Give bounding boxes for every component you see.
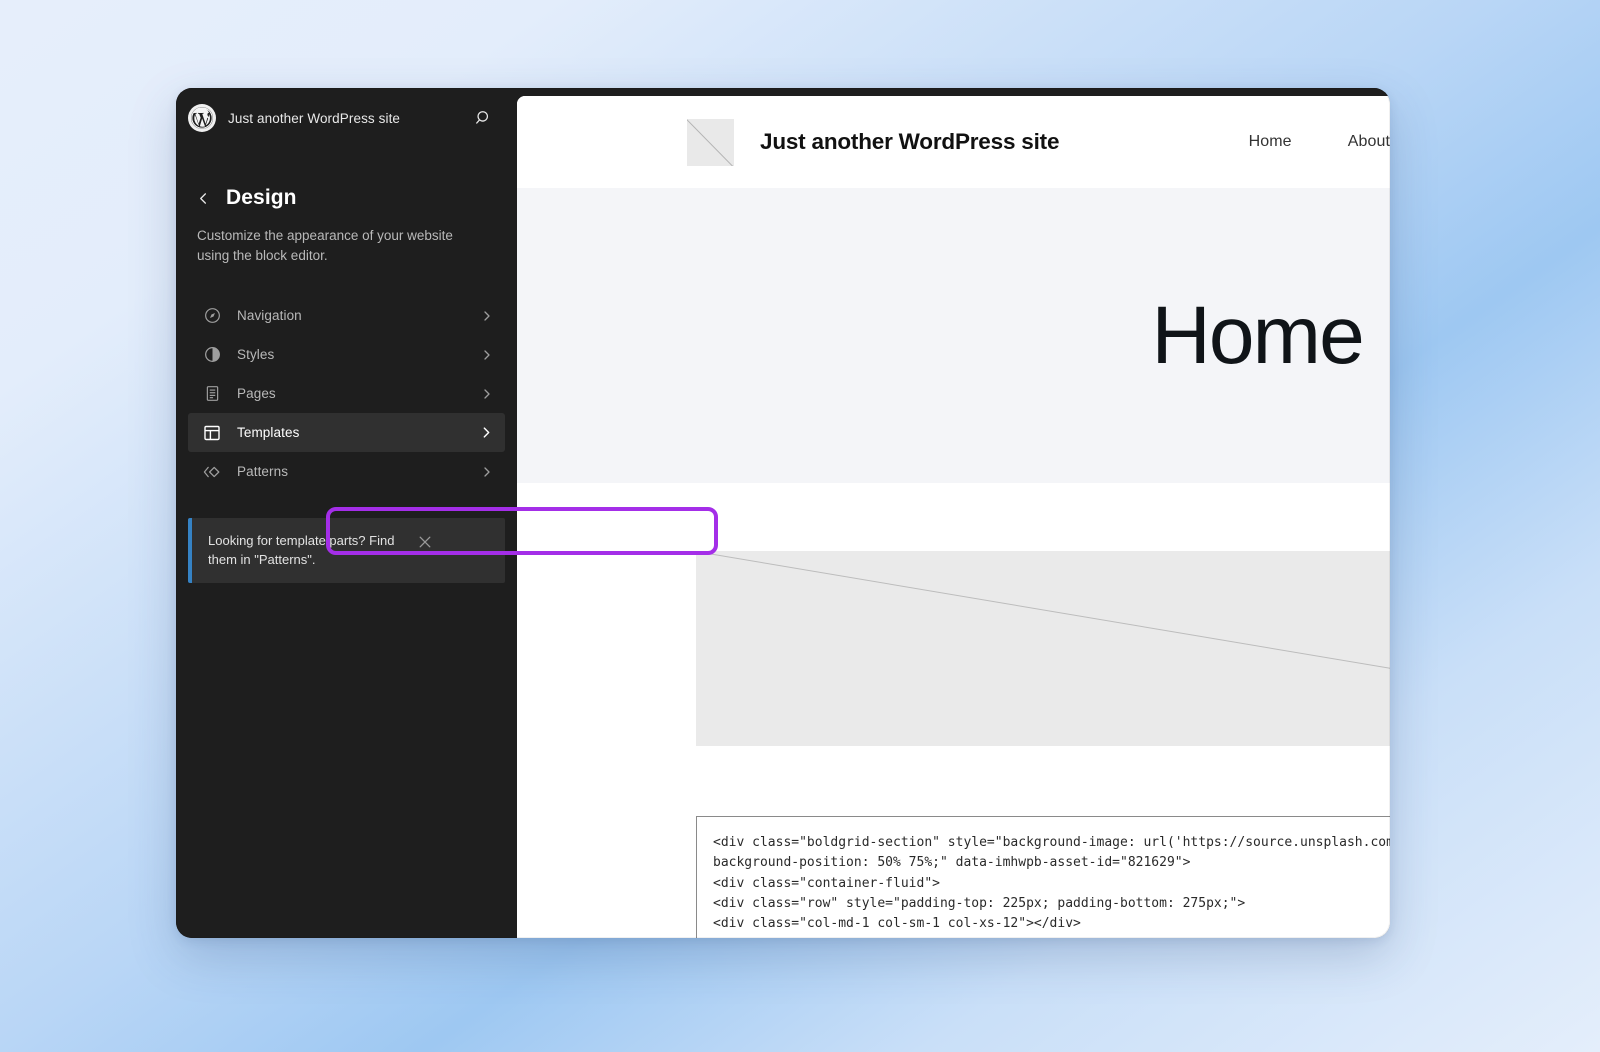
layout-template-icon xyxy=(201,422,223,444)
page-title: Design xyxy=(226,186,297,210)
hero-section: Home xyxy=(517,188,1390,483)
chevrons-diamond-icon xyxy=(201,461,223,483)
notice-text: Looking for template parts? Find them in… xyxy=(208,532,406,569)
compass-icon xyxy=(201,305,223,327)
site-logo-placeholder-icon xyxy=(687,119,734,166)
sidebar-item-label: Pages xyxy=(237,386,467,401)
chevron-right-icon xyxy=(481,310,493,322)
sidebar-item-label: Styles xyxy=(237,347,467,362)
sidebar-topbar: Just another WordPress site xyxy=(176,88,517,148)
chevron-left-icon[interactable] xyxy=(196,192,210,205)
sidebar-item-patterns[interactable]: Patterns xyxy=(188,452,505,491)
hero-heading: Home xyxy=(1151,295,1363,377)
editor-canvas: Just another WordPress site Home About H… xyxy=(517,88,1390,938)
sidebar-item-navigation[interactable]: Navigation xyxy=(188,296,505,335)
sidebar-site-name: Just another WordPress site xyxy=(228,111,457,126)
sidebar-item-pages[interactable]: Pages xyxy=(188,374,505,413)
template-parts-notice: Looking for template parts? Find them in… xyxy=(188,518,505,583)
chevron-right-icon xyxy=(480,426,493,439)
search-icon[interactable] xyxy=(469,103,499,133)
panel-description: Customize the appearance of your website… xyxy=(196,226,466,265)
sidebar-panel-header: Design Customize the appearance of your … xyxy=(176,148,517,265)
site-navigation: Home About xyxy=(1249,133,1390,151)
sidebar-item-styles[interactable]: Styles xyxy=(188,335,505,374)
nav-link-about[interactable]: About xyxy=(1348,133,1390,151)
code-block-text: <div class="boldgrid-section" style="bac… xyxy=(713,835,1390,931)
site-header: Just another WordPress site Home About xyxy=(517,96,1390,188)
contrast-half-circle-icon xyxy=(201,344,223,366)
document-page-icon xyxy=(201,383,223,405)
sidebar-item-label: Navigation xyxy=(237,308,467,323)
sidebar-item-label: Templates xyxy=(237,425,466,440)
code-block: <div class="boldgrid-section" style="bac… xyxy=(696,816,1390,938)
site-preview-frame[interactable]: Just another WordPress site Home About H… xyxy=(517,96,1390,938)
wordpress-logo-icon[interactable] xyxy=(188,104,216,132)
sidebar-item-label: Patterns xyxy=(237,464,467,479)
content-image-placeholder xyxy=(696,551,1390,746)
editor-sidebar: Just another WordPress site Design Custo… xyxy=(176,88,517,938)
site-title: Just another WordPress site xyxy=(760,129,1059,155)
sidebar-menu: Navigation Styles xyxy=(176,296,517,491)
content-area: <div class="boldgrid-section" style="bac… xyxy=(517,483,1390,938)
chevron-right-icon xyxy=(481,466,493,478)
nav-link-home[interactable]: Home xyxy=(1249,133,1292,151)
close-x-icon[interactable] xyxy=(414,531,436,553)
sidebar-item-templates[interactable]: Templates xyxy=(188,413,505,452)
app-window: Just another WordPress site Design Custo… xyxy=(176,88,1390,938)
chevron-right-icon xyxy=(481,388,493,400)
chevron-right-icon xyxy=(481,349,493,361)
